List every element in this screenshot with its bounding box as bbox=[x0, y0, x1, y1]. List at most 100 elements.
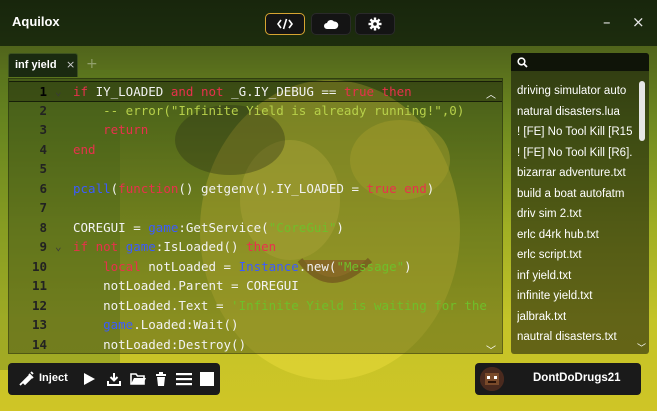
code-token: then bbox=[246, 239, 277, 254]
code-token: .new( bbox=[298, 258, 337, 274]
code-text: end bbox=[73, 140, 96, 159]
inject-button[interactable]: Inject bbox=[8, 363, 72, 395]
search-icon bbox=[517, 57, 528, 68]
code-token: and not bbox=[170, 84, 232, 99]
code-text: game.Loaded:Wait() bbox=[73, 315, 239, 334]
code-line[interactable]: 5 bbox=[9, 159, 502, 178]
code-token: true then bbox=[343, 84, 412, 99]
code-text: if not game:IsLoaded() then bbox=[73, 237, 276, 256]
code-editor-button[interactable] bbox=[265, 13, 305, 35]
line-number: 13 bbox=[31, 317, 47, 332]
line-number: 12 bbox=[31, 297, 47, 313]
code-token: .Loaded:Wait() bbox=[133, 317, 239, 332]
code-token: _G.IY_DEBUG bbox=[231, 84, 322, 99]
script-list-item[interactable]: infinite yield.txt bbox=[517, 286, 635, 307]
code-token: pcall bbox=[73, 180, 111, 196]
code-token: game bbox=[103, 317, 134, 332]
code-line[interactable]: 14 notLoaded:Destroy() bbox=[9, 335, 502, 354]
code-token: notLoaded = bbox=[148, 258, 239, 274]
code-line[interactable]: 1 ⌄ if IY_LOADED and not _G.IY_DEBUG == tr… bbox=[9, 81, 502, 102]
code-token: :IsLoaded() bbox=[155, 239, 247, 254]
script-list-panel: driving simulator auto natural disasters.… bbox=[511, 53, 649, 354]
trash-icon[interactable] bbox=[155, 372, 167, 386]
code-token: game bbox=[125, 239, 156, 254]
line-number: 3 bbox=[39, 122, 47, 137]
code-editor[interactable]: 1 ⌄ if IY_LOADED and not _G.IY_DEBUG == tr… bbox=[8, 78, 503, 354]
settings-button[interactable] bbox=[355, 13, 395, 35]
list-icon[interactable] bbox=[176, 372, 192, 386]
code-line[interactable]: 3 return bbox=[9, 120, 502, 139]
fold-chevron-icon[interactable]: ⌄ bbox=[55, 82, 62, 101]
user-panel: DontDoDrugs21 bbox=[475, 363, 641, 395]
code-token: COREGUI = bbox=[73, 219, 149, 235]
script-list-scroll-down-icon[interactable]: ﹀ bbox=[637, 341, 646, 354]
download-icon[interactable] bbox=[107, 372, 121, 386]
editor-scroll-up-icon[interactable]: ︿ bbox=[486, 86, 496, 101]
script-list: driving simulator auto natural disasters.… bbox=[517, 81, 635, 348]
folder-icon[interactable] bbox=[130, 372, 146, 386]
script-list-item[interactable]: driv sim 2.txt bbox=[517, 204, 635, 225]
code-line[interactable]: 10 local notLoaded = Instance.new("Messa… bbox=[9, 257, 502, 276]
minimize-button[interactable]: – bbox=[603, 13, 611, 31]
script-list-item[interactable]: driving simulator auto bbox=[517, 81, 635, 102]
fold-chevron-icon[interactable]: ⌄ bbox=[55, 237, 62, 256]
code-text: notLoaded.Text = 'Infinite Yield is wait… bbox=[73, 296, 487, 315]
code-token: local bbox=[103, 258, 149, 274]
script-list-item[interactable]: bizarrar adventure.txt bbox=[517, 163, 635, 184]
app-title: Aquilox bbox=[12, 14, 60, 29]
code-token: :GetService( bbox=[178, 219, 269, 235]
code-text: notLoaded:Destroy() bbox=[73, 335, 246, 354]
code-line[interactable]: 4 end bbox=[9, 140, 502, 159]
close-button[interactable]: × bbox=[632, 13, 645, 31]
code-token: IY_LOADED bbox=[95, 84, 171, 99]
editor-scroll-down-icon[interactable]: ﹀ bbox=[486, 342, 496, 357]
code-token: notLoaded:Destroy() bbox=[73, 336, 247, 352]
script-list-item[interactable]: inf yield.txt bbox=[517, 266, 635, 287]
code-token: () getgenv().IY_LOADED = bbox=[178, 180, 367, 196]
line-number: 6 bbox=[39, 180, 47, 196]
code-line[interactable]: 11 notLoaded.Parent = COREGUI bbox=[9, 276, 502, 295]
code-token: ) bbox=[426, 180, 435, 196]
tab-inf-yield[interactable]: inf yield × bbox=[8, 53, 78, 77]
line-number: 9 bbox=[39, 239, 47, 254]
script-list-item[interactable]: erlc script.txt bbox=[517, 245, 635, 266]
code-token: end bbox=[73, 141, 96, 157]
script-list-scrollbar[interactable] bbox=[639, 81, 645, 141]
script-list-item[interactable]: ! [FE] No Tool Kill [R15 bbox=[517, 122, 635, 143]
code-line[interactable]: 6 pcall(function() getgenv().IY_LOADED = … bbox=[9, 179, 502, 198]
bottom-toolbar: Inject bbox=[8, 363, 220, 395]
script-list-item[interactable]: ! [FE] No Tool Kill [R6]. bbox=[517, 143, 635, 164]
code-line[interactable]: 9 ⌄ if not game:IsLoaded() then bbox=[9, 237, 502, 256]
code-text: -- error("Infinite Yield is already runn… bbox=[73, 101, 464, 120]
add-tab-button[interactable]: + bbox=[86, 56, 98, 72]
script-list-item[interactable]: nautral disasters.txt bbox=[517, 327, 635, 348]
code-line[interactable]: 13 game.Loaded:Wait() bbox=[9, 315, 502, 334]
code-token: notLoaded.Text = bbox=[73, 297, 232, 313]
stop-icon[interactable] bbox=[200, 372, 214, 386]
title-bar: Aquilox – × bbox=[0, 0, 657, 46]
script-list-item[interactable]: natural disasters.lua bbox=[517, 102, 635, 123]
script-search-input[interactable] bbox=[511, 53, 649, 71]
script-list-item[interactable]: erlc d4rk hub.txt bbox=[517, 225, 635, 246]
script-list-item[interactable]: build a boat autofatm bbox=[517, 184, 635, 205]
play-icon[interactable] bbox=[82, 372, 96, 386]
line-number: 4 bbox=[39, 141, 47, 157]
gear-icon bbox=[368, 17, 382, 31]
cloud-button[interactable] bbox=[311, 13, 351, 35]
line-number: 14 bbox=[31, 336, 47, 352]
code-line[interactable]: 12 notLoaded.Text = 'Infinite Yield is w… bbox=[9, 296, 502, 315]
script-list-item[interactable]: jalbrak.txt bbox=[517, 307, 635, 328]
code-line[interactable]: 2 -- error("Infinite Yield is already ru… bbox=[9, 101, 502, 120]
code-text: return bbox=[73, 120, 148, 139]
code-line[interactable]: 7 bbox=[9, 198, 502, 217]
code-text: if IY_LOADED and not _G.IY_DEBUG == true… bbox=[73, 82, 412, 101]
code-line[interactable]: 8 COREGUI = game:GetService("CoreGui") bbox=[9, 218, 502, 237]
line-number: 8 bbox=[39, 219, 47, 235]
tab-close-icon[interactable]: × bbox=[66, 58, 75, 71]
code-token: game bbox=[148, 219, 179, 235]
line-number: 10 bbox=[31, 258, 47, 274]
code-token: 'Infinite Yield is waiting for the bbox=[231, 297, 487, 313]
code-token: ) bbox=[404, 258, 412, 274]
